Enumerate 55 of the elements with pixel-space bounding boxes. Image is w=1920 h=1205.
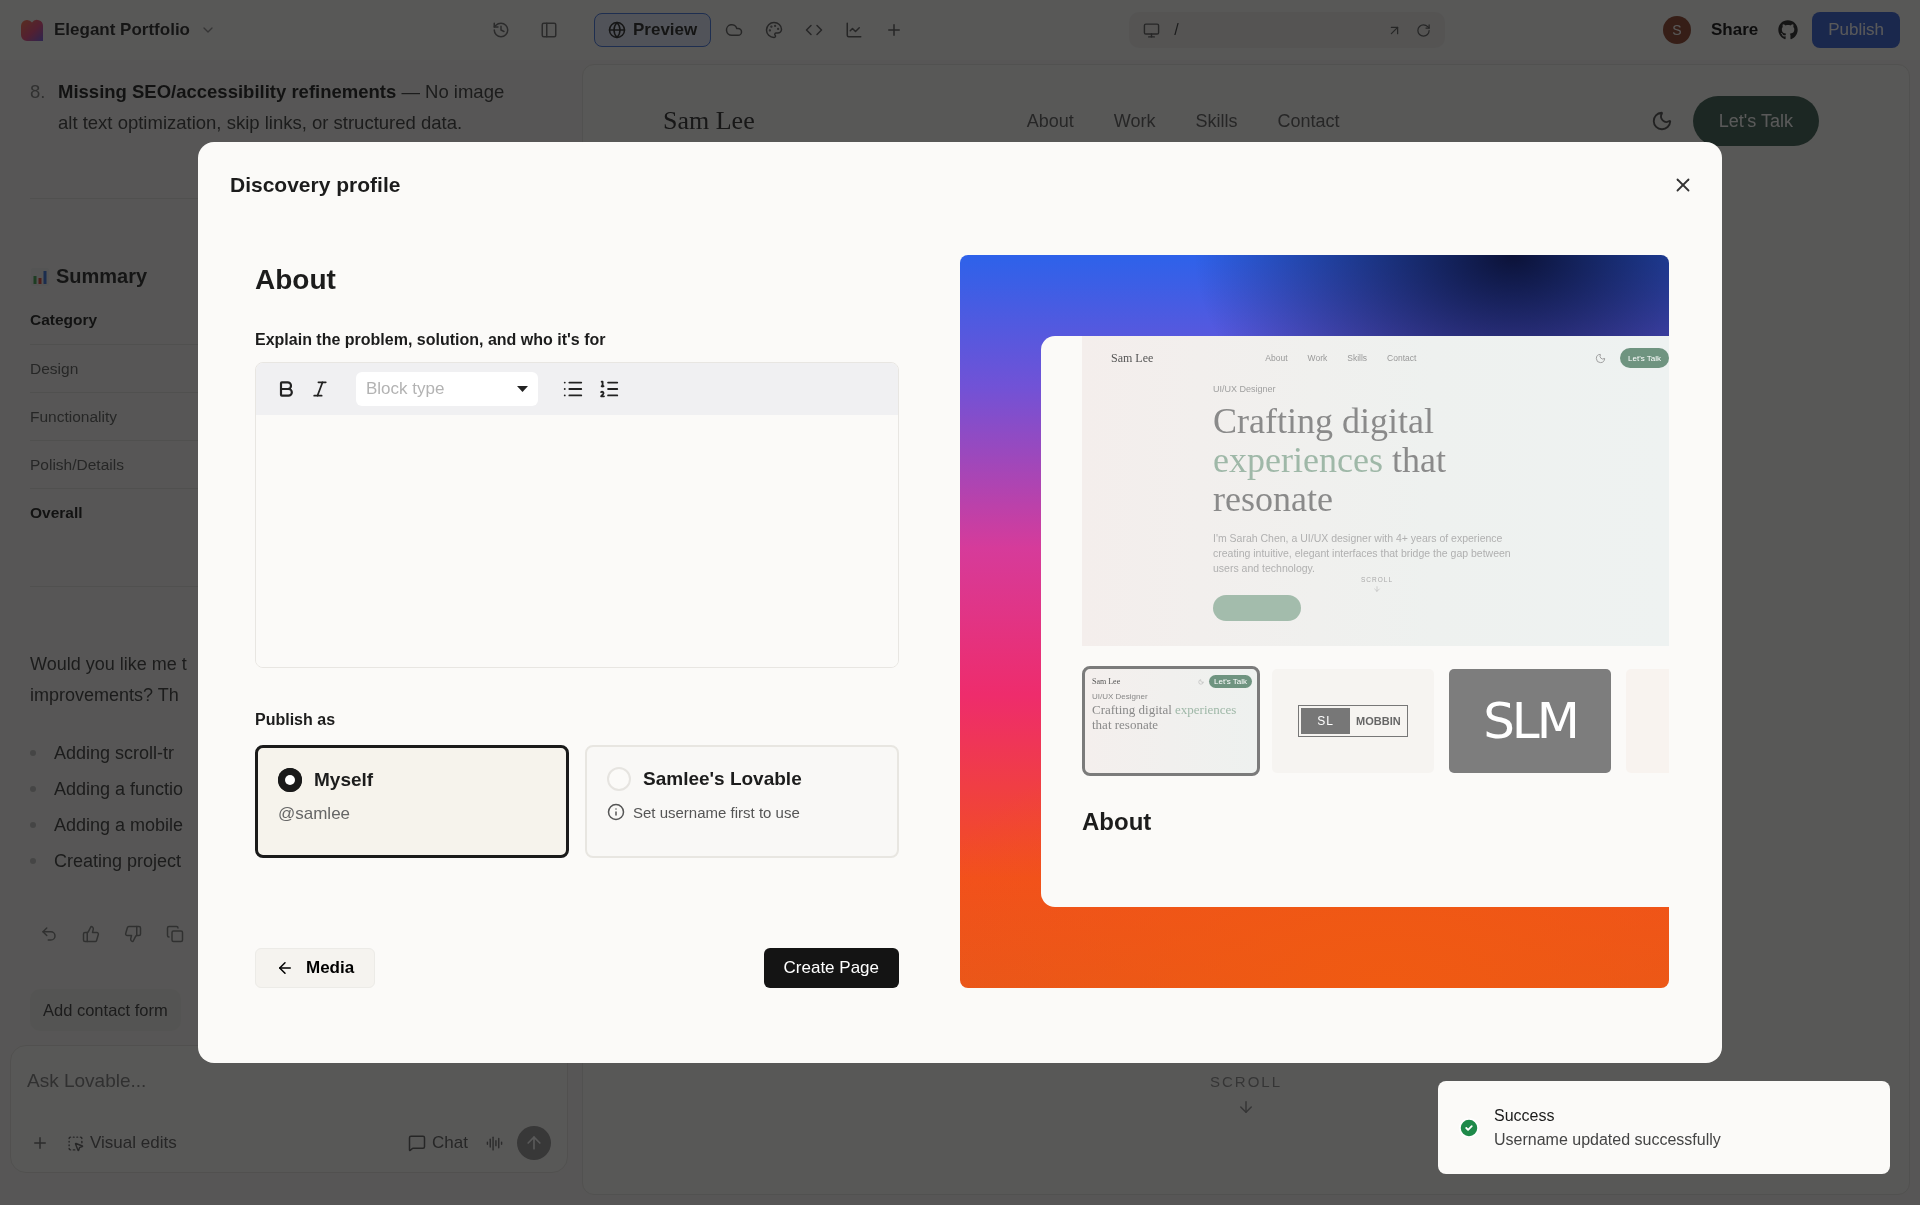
table-cell: Overall xyxy=(30,503,83,522)
dialog-title: Discovery profile xyxy=(230,172,401,198)
publish-option[interactable]: Myself @samlee xyxy=(255,745,569,858)
table-cell: Category xyxy=(30,311,98,329)
thumbnail-logo: Sam Lee xyxy=(1092,677,1121,686)
cta-button[interactable]: Let's Talk xyxy=(1620,348,1669,368)
radio-button[interactable] xyxy=(607,767,631,791)
thumbnail-cta[interactable]: Let's Talk xyxy=(1209,675,1252,688)
message-text: improvements? Th xyxy=(30,684,180,707)
section-title: About xyxy=(255,263,337,297)
message-text: Missing SEO/accessibility refinements — No image alt text optimization, skip links, or structured data. xyxy=(58,80,506,135)
field-label: Publish as xyxy=(255,710,337,730)
wordmark-logo: SL MOBBIN xyxy=(1298,705,1408,737)
option-name: Samlee's Lovable xyxy=(643,768,802,790)
numbered-list-icon[interactable] xyxy=(598,378,620,400)
list-item-text: Creating project xyxy=(54,850,182,872)
site-logo: Sam Lee xyxy=(1111,350,1154,366)
hero-intro: I'm Sarah Chen, a UI/UX designer with 4+ years of experience creating intuitive, elegant interfaces that bridge the gap between users and technology. xyxy=(1213,531,1512,576)
eyebrow-text: UI/UX Designer xyxy=(1213,384,1277,394)
success-icon xyxy=(1458,1116,1480,1139)
rich-text-editor[interactable]: Block type xyxy=(255,362,899,668)
caret-icon xyxy=(517,386,528,392)
project-name[interactable]: Elegant Portfolio xyxy=(54,20,190,40)
block-type-select[interactable]: Block type xyxy=(356,372,538,406)
hero-headline: Crafting digital experiences that resonate xyxy=(1213,402,1447,519)
message-text: Would you like me t xyxy=(30,653,188,676)
moon-icon xyxy=(1198,678,1205,685)
option-name: Myself xyxy=(314,769,374,791)
publish-option[interactable]: Samlee's Lovable Set username first to use xyxy=(585,745,899,858)
thumbnail-eyebrow: UI/UX Designer xyxy=(1091,691,1149,701)
site-logo: Sam Lee xyxy=(663,106,755,136)
create-page-button[interactable]: Create Page xyxy=(763,948,899,988)
preview-caption: About xyxy=(1082,808,1153,836)
summary-heading: Summary xyxy=(56,265,148,288)
monogram-logo: SLM xyxy=(1483,692,1577,750)
wordmark-thumbnail[interactable]: SL MOBBIN xyxy=(1269,666,1437,776)
list-item-text: Adding scroll-tr xyxy=(54,742,175,764)
list-item-text: Adding a functio xyxy=(54,778,184,800)
back-button[interactable]: Media xyxy=(255,948,376,988)
share-button[interactable]: Share xyxy=(1705,16,1765,44)
list-item-text: Adding a mobile xyxy=(54,814,184,836)
site-thumbnail[interactable]: Sam Lee Let's Talk UI/UX Designer Crafting digital experiences that resonate xyxy=(1082,666,1260,776)
option-handle: @samlee xyxy=(278,804,352,824)
italic-icon[interactable] xyxy=(310,379,330,399)
toast-title: Success xyxy=(1494,1106,1556,1125)
toast-message: Username updated successfully xyxy=(1494,1130,1721,1149)
arrow-down-icon xyxy=(1373,585,1381,593)
thumbnail-headline: Crafting digital experiences that resonate xyxy=(1092,702,1238,732)
moon-icon xyxy=(1595,352,1607,364)
monogram-thumbnail[interactable]: SLM xyxy=(1446,666,1614,776)
field-label: Explain the problem, solution, and who it's for xyxy=(255,330,607,350)
radio-button[interactable] xyxy=(278,768,302,792)
option-note: Set username first to use xyxy=(633,803,800,821)
url-path: / xyxy=(1174,21,1179,39)
info-icon xyxy=(607,803,625,821)
